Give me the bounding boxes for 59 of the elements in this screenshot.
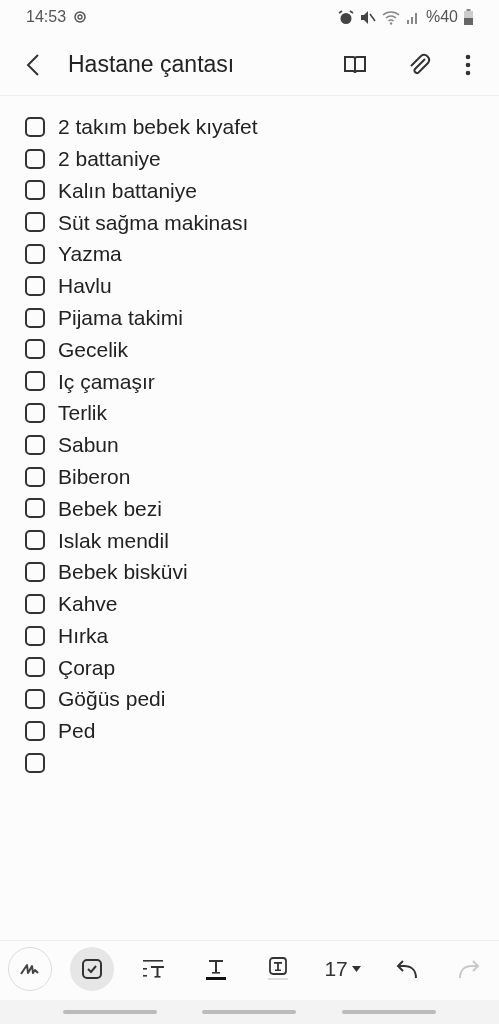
checkbox[interactable] bbox=[25, 657, 45, 678]
checkbox[interactable] bbox=[25, 689, 45, 710]
alarm-icon bbox=[337, 9, 354, 25]
checklist-item-text: Iç çamaşır bbox=[58, 368, 155, 395]
checklist-item-text: Biberon bbox=[58, 463, 131, 490]
checklist-item-text: Bebek bisküvi bbox=[58, 559, 188, 586]
wifi-icon bbox=[381, 9, 400, 25]
checkbox[interactable] bbox=[25, 339, 45, 360]
checkbox[interactable] bbox=[25, 562, 45, 583]
status-time: 14:53 bbox=[26, 7, 67, 27]
note-title: Hastane çantası bbox=[68, 50, 236, 80]
battery-icon bbox=[464, 9, 473, 25]
checklist-item-text: Bebek bezi bbox=[58, 495, 162, 522]
undo-icon bbox=[395, 958, 418, 979]
checklist-item-text: Islak mendil bbox=[58, 527, 169, 554]
checkbox[interactable] bbox=[25, 498, 45, 519]
checkbox[interactable] bbox=[25, 371, 45, 392]
checkbox[interactable] bbox=[25, 116, 45, 137]
checklist-item-text: Hırka bbox=[58, 622, 109, 649]
checklist-item-text: Göğüs pedi bbox=[58, 686, 166, 713]
checkbox[interactable] bbox=[25, 530, 45, 551]
signal-icon bbox=[405, 10, 420, 24]
checklist-item-text: Havlu bbox=[58, 273, 112, 300]
checklist-item-text: Pijama takimi bbox=[58, 304, 183, 331]
checkbox[interactable] bbox=[25, 403, 45, 424]
checklist-item-text: Ped bbox=[58, 718, 96, 745]
checkbox[interactable] bbox=[25, 434, 45, 455]
checkbox[interactable] bbox=[25, 275, 45, 296]
checklist-item-text: Sabun bbox=[58, 432, 119, 459]
redo-icon bbox=[457, 958, 480, 979]
paragraph-style-icon bbox=[143, 958, 166, 979]
caret-icon bbox=[351, 965, 361, 972]
battery-level: %40 bbox=[425, 7, 458, 27]
checklist-item-text: 2 battaniye bbox=[58, 145, 161, 172]
checklist-item-text: Çorap bbox=[58, 654, 116, 681]
checklist-item-text: Süt sağma makinası bbox=[58, 209, 249, 236]
checklist-item-text: Kalın battaniye bbox=[58, 177, 197, 204]
checkbox-icon bbox=[82, 958, 103, 979]
checklist-item-text: Yazma bbox=[58, 241, 122, 268]
checkbox[interactable] bbox=[25, 180, 45, 201]
text-highlight-icon bbox=[268, 957, 289, 980]
checkbox[interactable] bbox=[25, 244, 45, 265]
checkbox[interactable] bbox=[25, 721, 45, 742]
checklist-item-text: Gecelik bbox=[58, 336, 129, 363]
pen-icon bbox=[19, 961, 41, 976]
checkbox[interactable] bbox=[25, 148, 45, 169]
checklist-item-text: Kahve bbox=[58, 591, 118, 618]
checklist-item-text: Terlik bbox=[58, 400, 107, 427]
text-color-icon bbox=[206, 957, 227, 980]
font-size-button[interactable]: 17 bbox=[318, 946, 367, 991]
checkbox[interactable] bbox=[25, 593, 45, 614]
checkbox[interactable] bbox=[25, 752, 45, 773]
checkbox[interactable] bbox=[25, 466, 45, 487]
checkbox[interactable] bbox=[25, 212, 45, 233]
checkbox[interactable] bbox=[25, 307, 45, 328]
mute-icon bbox=[359, 9, 376, 25]
checklist-item-text: 2 takım bebek kıyafet bbox=[58, 114, 258, 141]
checkbox[interactable] bbox=[25, 625, 45, 646]
notification-icon bbox=[74, 10, 87, 24]
